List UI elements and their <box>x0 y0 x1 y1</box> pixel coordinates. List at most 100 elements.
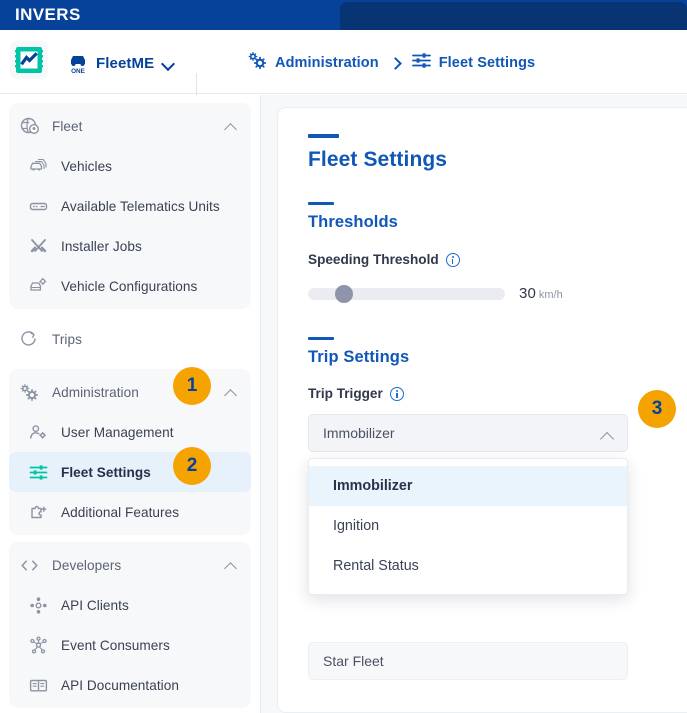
sidebar-item-label: User Management <box>61 424 174 440</box>
sidebar-item-available-telematics-units[interactable]: Available Telematics Units <box>9 186 251 226</box>
chevron-up-icon[interactable] <box>226 122 237 131</box>
nav-group-administration: Administration User Management Fleet Set… <box>9 369 251 535</box>
trip-trigger-select: Immobilizer Immobilizer Ignition Rental … <box>308 414 628 595</box>
trip-trigger-selected-value: Immobilizer <box>323 425 395 441</box>
sidebar-item-label: Vehicle Configurations <box>61 278 198 294</box>
obscured-field-star-fleet[interactable]: Star Fleet <box>308 642 628 680</box>
breadcrumb: Administration Fleet Settings <box>248 50 535 76</box>
speeding-threshold-value: 30 <box>519 285 536 302</box>
user-gear-icon <box>27 421 49 443</box>
fleet-settings-card: Fleet Settings Thresholds Speeding Thres… <box>277 107 687 713</box>
globe-pin-icon <box>18 115 40 137</box>
section-title-trip-settings: Trip Settings <box>308 348 410 366</box>
info-icon[interactable] <box>445 252 460 267</box>
sidebar-item-label: Fleet <box>52 118 83 134</box>
slider-thumb[interactable] <box>334 285 353 303</box>
option-rental-status[interactable]: Rental Status <box>309 546 627 586</box>
organization-name: FleetME <box>96 54 155 72</box>
sidebar-item-fleet-settings[interactable]: Fleet Settings <box>9 452 251 492</box>
event-consumers-icon <box>27 634 49 656</box>
sidebar-item-administration[interactable]: Administration <box>9 372 251 412</box>
tools-icon <box>27 235 49 257</box>
svg-text:ONE: ONE <box>71 68 86 74</box>
section-title-thresholds: Thresholds <box>308 213 398 231</box>
chevron-right-icon <box>390 58 401 69</box>
sidebar: Fleet Vehicles Available Telematics Unit… <box>0 95 261 713</box>
info-icon[interactable] <box>389 386 404 401</box>
sliders-icon <box>411 52 431 74</box>
trip-trigger-select-trigger[interactable]: Immobilizer <box>308 414 628 452</box>
sidebar-item-developers[interactable]: Developers <box>9 545 251 585</box>
sidebar-item-api-documentation[interactable]: API Documentation <box>9 665 251 705</box>
sidebar-item-api-clients[interactable]: API Clients <box>9 585 251 625</box>
chevron-up-icon[interactable] <box>602 431 614 440</box>
sidebar-item-label: Available Telematics Units <box>61 198 220 214</box>
telematics-unit-icon <box>27 195 49 217</box>
breadcrumb-label: Fleet Settings <box>438 55 536 71</box>
option-ignition[interactable]: Ignition <box>309 506 627 546</box>
app-header: ONE FleetME Administration Fleet Setting… <box>0 30 687 111</box>
trip-trigger-options-menu: Immobilizer Ignition Rental Status <box>308 458 628 595</box>
book-icon <box>27 674 49 696</box>
step-badge-3: 3 <box>638 390 676 428</box>
sidebar-item-label: API Documentation <box>61 677 179 693</box>
page-title: Fleet Settings <box>308 148 448 171</box>
title-rule <box>308 134 339 138</box>
chevron-up-icon[interactable] <box>226 561 237 570</box>
nav-group-developers: Developers API Clients Event Consumers A… <box>9 542 251 708</box>
speeding-threshold-unit: km/h <box>538 289 563 301</box>
step-badge-1: 1 <box>173 367 211 405</box>
sidebar-item-label: Developers <box>52 557 122 573</box>
obscured-field-value: Star Fleet <box>323 653 384 669</box>
invers-wordmark: INVERS <box>15 5 81 24</box>
step-badge-2: 2 <box>173 447 211 485</box>
sidebar-item-additional-features[interactable]: Additional Features <box>9 492 251 532</box>
brand-bar-tab[interactable] <box>340 2 687 30</box>
sidebar-item-label: Vehicles <box>61 158 113 174</box>
trip-settings-rule <box>308 337 334 340</box>
one-vehicle-icon: ONE <box>68 52 88 75</box>
api-clients-icon <box>27 594 49 616</box>
trip-route-icon <box>18 328 40 350</box>
speeding-threshold-control: 30 km/h <box>308 285 687 303</box>
sidebar-item-fleet[interactable]: Fleet <box>9 106 251 146</box>
sidebar-item-vehicles[interactable]: Vehicles <box>9 146 251 186</box>
sidebar-item-label: Event Consumers <box>61 637 170 653</box>
sidebar-item-installer-jobs[interactable]: Installer Jobs <box>9 226 251 266</box>
sidebar-item-label: Additional Features <box>61 504 180 520</box>
trip-trigger-label: Trip Trigger <box>308 386 687 401</box>
option-immobilizer[interactable]: Immobilizer <box>309 466 627 506</box>
sidebar-item-label: Administration <box>52 384 139 400</box>
brand-bar: INVERS <box>0 0 687 30</box>
code-brackets-icon <box>18 554 40 576</box>
cars-icon <box>27 155 49 177</box>
sidebar-item-label: Fleet Settings <box>61 464 151 480</box>
sliders-icon <box>27 461 49 483</box>
sidebar-item-label: API Clients <box>61 597 129 613</box>
speeding-threshold-value-group: 30 km/h <box>519 285 563 303</box>
sidebar-item-user-management[interactable]: User Management <box>9 412 251 452</box>
breadcrumb-item-fleet-settings[interactable]: Fleet Settings <box>411 52 536 74</box>
invers-one-logo-icon[interactable] <box>10 41 48 79</box>
breadcrumb-label: Administration <box>275 55 379 71</box>
main-content: Fleet Settings Thresholds Speeding Thres… <box>261 95 687 713</box>
chevron-down-icon[interactable] <box>162 57 174 69</box>
speeding-threshold-label: Speeding Threshold <box>308 252 687 267</box>
speeding-threshold-label-text: Speeding Threshold <box>308 252 439 267</box>
breadcrumb-item-administration[interactable]: Administration <box>248 51 379 75</box>
puzzle-plus-icon <box>27 501 49 523</box>
sidebar-item-label: Installer Jobs <box>61 238 142 254</box>
gears-icon <box>18 381 40 403</box>
sidebar-item-trips[interactable]: Trips <box>9 319 251 359</box>
trip-trigger-label-text: Trip Trigger <box>308 386 383 401</box>
chevron-up-icon[interactable] <box>226 388 237 397</box>
thresholds-rule <box>308 202 334 205</box>
nav-group-fleet: Fleet Vehicles Available Telematics Unit… <box>9 103 251 309</box>
sidebar-item-vehicle-configurations[interactable]: Vehicle Configurations <box>9 266 251 306</box>
gears-icon <box>248 51 267 75</box>
sidebar-item-event-consumers[interactable]: Event Consumers <box>9 625 251 665</box>
speeding-threshold-slider[interactable] <box>308 285 505 303</box>
organization-selector[interactable]: ONE FleetME <box>68 50 174 76</box>
nav-group-trips: Trips <box>9 316 251 362</box>
sidebar-item-label: Trips <box>52 331 82 347</box>
